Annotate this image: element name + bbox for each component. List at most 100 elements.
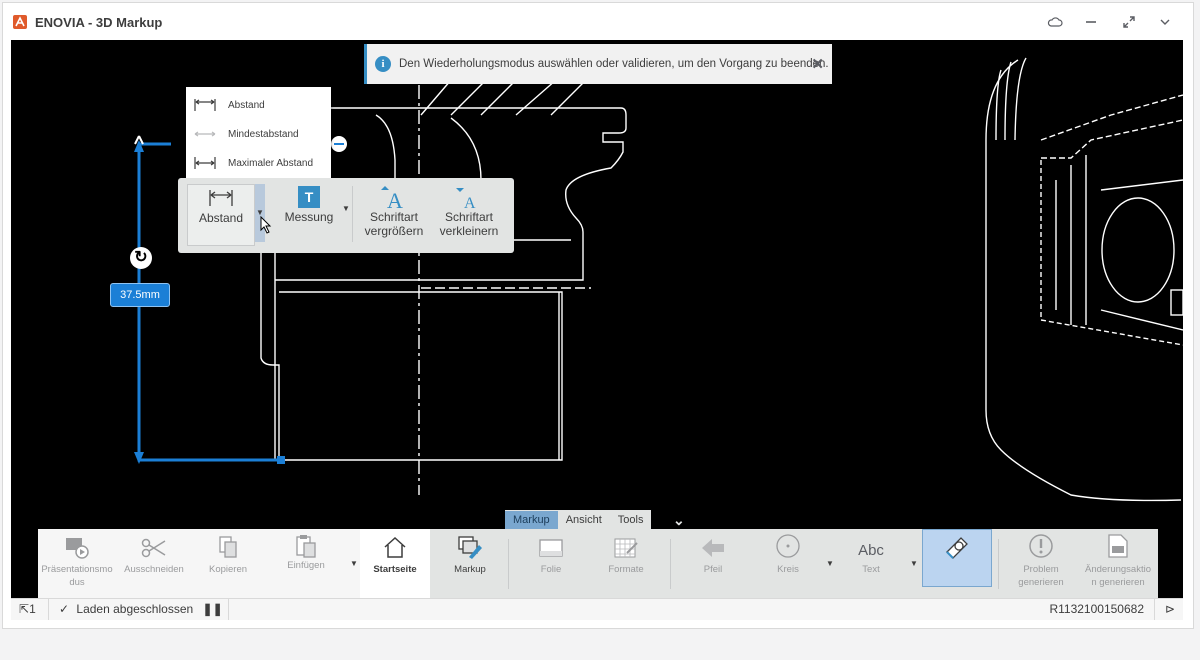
mouse-cursor-icon xyxy=(260,216,272,234)
scissors-icon xyxy=(141,538,166,558)
increase-font-icon: A xyxy=(381,186,403,210)
markup-button[interactable]: Markup xyxy=(438,529,502,599)
paste-button[interactable]: Einfügen xyxy=(266,529,346,599)
cut-button[interactable]: Ausschneiden xyxy=(118,529,190,599)
copy-label: Kopieren xyxy=(208,564,248,575)
decrease-font-button[interactable]: A Schriftart verkleinern xyxy=(433,184,505,246)
text-dropdown-arrow[interactable]: ▼ xyxy=(910,559,918,568)
revision: R1132100150682 xyxy=(597,599,1155,620)
messung-dropdown-arrow[interactable]: ▼ xyxy=(342,204,350,266)
context-toolbar: Abstand ▼ T Messung ▼ A Schriftart vergrö… xyxy=(178,178,514,253)
action-bar-standard: Präsentationsmo dus Ausschneiden Kopieren… xyxy=(38,529,430,599)
home-button[interactable]: Startseite xyxy=(360,529,430,599)
pause-icon[interactable]: ❚❚ xyxy=(203,602,223,616)
title-bar: ENOVIA - 3D Markup xyxy=(3,3,1195,41)
issue-label-2: generieren xyxy=(1018,577,1064,588)
slide-icon xyxy=(539,539,563,557)
separator xyxy=(352,186,353,242)
increase-font-label-2: vergrößern xyxy=(364,224,424,238)
paste-label: Einfügen xyxy=(287,560,325,571)
arrow-tool-button[interactable]: Pfeil xyxy=(676,529,750,599)
3d-viewport[interactable]: i Den Wiederholungsmodus auswählen oder … xyxy=(11,40,1183,599)
arrow-label: Pfeil xyxy=(703,564,723,575)
cursor-icon: ⇱ xyxy=(19,602,30,616)
cloud-icon[interactable] xyxy=(1043,11,1067,33)
tag-icon[interactable]: ⊳ xyxy=(1157,599,1183,620)
collapse-chevron-icon[interactable]: ⌄ xyxy=(673,512,685,529)
info-icon: i xyxy=(375,56,391,72)
cut-label: Ausschneiden xyxy=(124,564,184,575)
formats-label: Formate xyxy=(608,564,644,575)
chevron-down-icon[interactable] xyxy=(1153,11,1177,33)
tape-measure-icon xyxy=(946,537,968,559)
dimension-label[interactable]: 37.5mm xyxy=(110,283,170,307)
increase-font-label-1: Schriftart xyxy=(369,210,418,224)
change-action-icon xyxy=(1108,534,1128,558)
change-action-label-1: Änderungsaktio xyxy=(1084,564,1152,575)
home-label: Startseite xyxy=(373,564,417,575)
formats-button[interactable]: Formate xyxy=(590,529,662,599)
increase-font-button[interactable]: A Schriftart vergrößern xyxy=(358,184,430,246)
formats-icon xyxy=(614,538,638,558)
svg-text:A: A xyxy=(387,188,403,210)
selection-count[interactable]: ⇱1 xyxy=(11,599,49,620)
menu-item-label: Maximaler Abstand xyxy=(228,158,314,169)
issue-label-1: Problem xyxy=(1023,564,1059,575)
separator xyxy=(998,539,999,589)
app-logo-icon xyxy=(13,15,27,29)
abstand-label: Abstand xyxy=(198,211,244,225)
check-icon: ✓ xyxy=(59,602,70,616)
slide-button[interactable]: Folie xyxy=(516,529,586,599)
menu-item-abstand[interactable]: Abstand xyxy=(186,91,331,120)
toolbar-tabs: Markup Ansicht Tools xyxy=(505,510,652,530)
text-tag-icon: T xyxy=(298,186,320,208)
circle-label: Kreis xyxy=(777,564,799,575)
tab-markup[interactable]: Markup xyxy=(505,511,558,530)
text-label: Text xyxy=(862,564,880,575)
close-icon[interactable]: ✕ xyxy=(811,55,824,73)
decrease-font-label-1: Schriftart xyxy=(444,210,493,224)
window-title: ENOVIA - 3D Markup xyxy=(35,15,163,30)
messung-button[interactable]: T Messung xyxy=(276,184,342,246)
markup-icon xyxy=(458,536,482,559)
presentation-label-2: dus xyxy=(69,577,85,588)
arrow-icon xyxy=(702,539,724,557)
menu-item-mindestabstand[interactable]: Mindestabstand xyxy=(186,120,331,149)
circle-dropdown-arrow[interactable]: ▼ xyxy=(826,559,834,568)
distance-type-menu: Abstand Mindestabstand Maximaler Abstand xyxy=(186,87,331,183)
maximize-icon[interactable] xyxy=(1117,11,1141,33)
notification-banner: i Den Wiederholungsmodus auswählen oder … xyxy=(364,44,832,84)
minimize-icon[interactable] xyxy=(1079,11,1103,33)
separator xyxy=(508,539,509,589)
circle-icon xyxy=(776,534,800,558)
load-status-text: Laden abgeschlossen xyxy=(76,602,194,616)
text-tool-button[interactable]: Abc Text xyxy=(836,529,906,599)
menu-item-maximaler-abstand[interactable]: Maximaler Abstand xyxy=(186,149,331,178)
generate-change-action-button[interactable]: Änderungsaktio n generieren xyxy=(1080,529,1156,599)
measure-tool-button[interactable] xyxy=(922,529,992,587)
paste-dropdown-arrow[interactable]: ▼ xyxy=(350,559,358,568)
presentation-label-1: Präsentationsmo xyxy=(41,564,113,575)
markup-label: Markup xyxy=(454,564,486,575)
generate-issue-button[interactable]: Problem generieren xyxy=(1004,529,1078,599)
alert-icon xyxy=(1029,534,1053,558)
tab-ansicht[interactable]: Ansicht xyxy=(558,511,610,530)
decrease-font-label-2: verkleinern xyxy=(439,224,499,238)
circle-tool-button[interactable]: Kreis xyxy=(752,529,824,599)
distance-icon xyxy=(194,99,216,111)
tab-tools[interactable]: Tools xyxy=(610,511,652,530)
status-bar: ⇱1 ✓ Laden abgeschlossen ❚❚ R11321001506… xyxy=(11,598,1183,620)
selection-count-value: 1 xyxy=(29,602,36,616)
separator xyxy=(670,539,671,589)
messung-label: Messung xyxy=(284,210,334,224)
change-action-label-2: n generieren xyxy=(1091,577,1145,588)
menu-item-label: Mindestabstand xyxy=(228,129,299,140)
rotate-icon[interactable]: ↻ xyxy=(130,247,152,269)
abstand-button[interactable]: Abstand xyxy=(187,184,255,246)
distance-icon xyxy=(209,190,233,206)
svg-text:A: A xyxy=(464,195,476,210)
copy-button[interactable]: Kopieren xyxy=(192,529,264,599)
presentation-mode-button[interactable]: Präsentationsmo dus xyxy=(38,529,116,599)
text-icon: Abc xyxy=(858,542,884,559)
menu-item-label: Abstand xyxy=(228,100,265,111)
